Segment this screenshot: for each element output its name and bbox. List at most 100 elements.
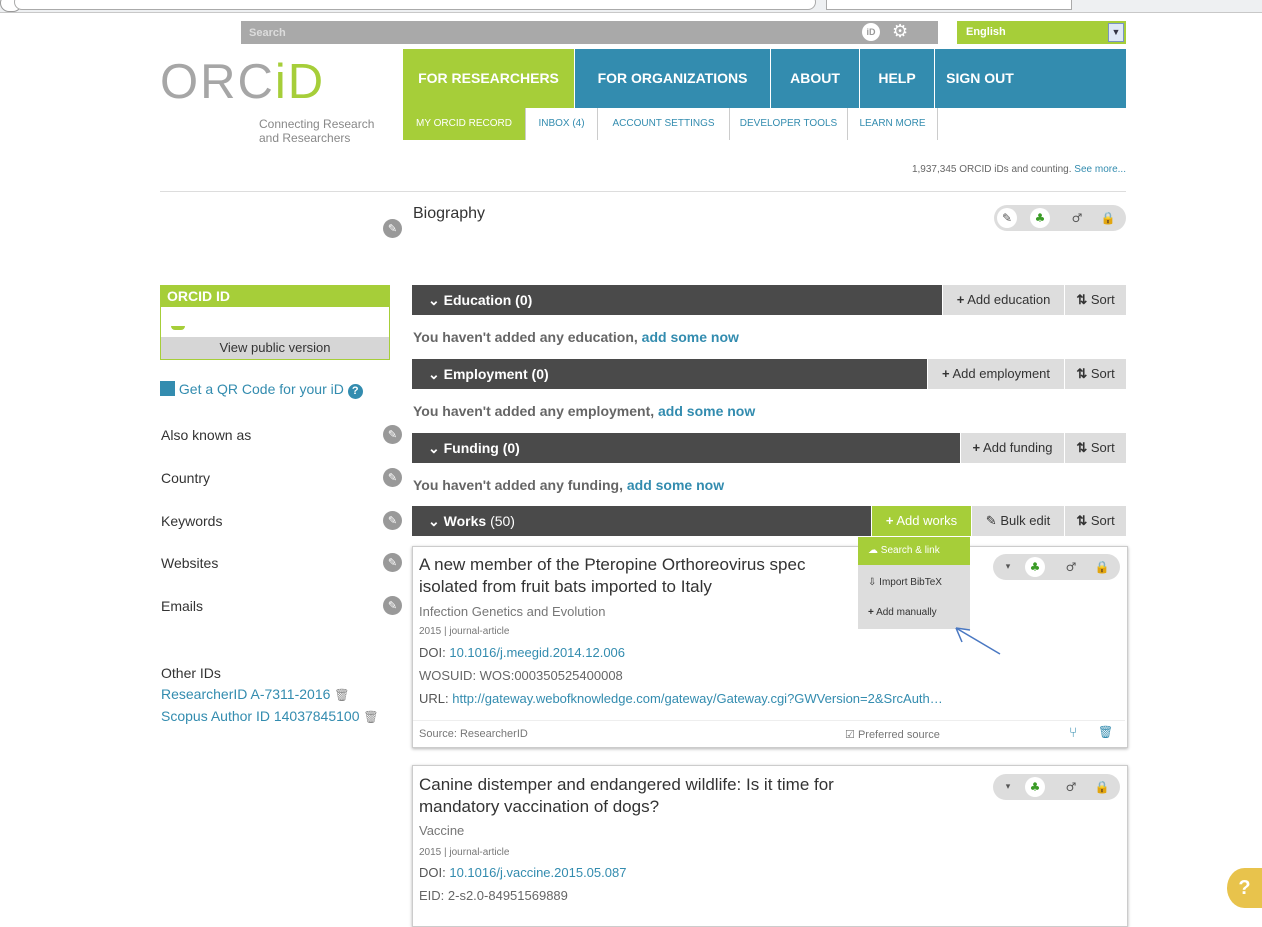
trash-icon[interactable]: 🗑 xyxy=(363,710,378,724)
search-and-link-option[interactable]: ☁ Search & link xyxy=(858,537,970,565)
edit-websites-icon[interactable]: ✎ xyxy=(383,553,402,572)
everyone-icon[interactable]: ♣ xyxy=(1025,557,1045,577)
expand-icon[interactable]: ▾ xyxy=(998,557,1018,577)
nav-for-researchers[interactable]: FOR RESEARCHERS xyxy=(403,49,575,108)
help-widget-icon[interactable]: ? xyxy=(1227,868,1262,908)
pencil-icon: ✎ xyxy=(985,513,997,528)
sort-works-button[interactable]: ⇅ Sort xyxy=(1064,506,1126,536)
everyone-icon[interactable]: ♣ xyxy=(1025,777,1045,797)
add-education-button[interactable]: + Add education xyxy=(942,285,1064,315)
subnav-my-record[interactable]: MY ORCID RECORD xyxy=(403,108,526,140)
orcid-search-icon[interactable]: iD xyxy=(862,23,880,41)
researcher-id-link[interactable]: ResearcherID A-7311-2016 🗑 xyxy=(161,686,350,702)
edit-keywords-icon[interactable]: ✎ xyxy=(383,511,402,530)
import-bibtex-option[interactable]: ⇩ Import BibTeX xyxy=(858,569,970,597)
add-employment-label: Add employment xyxy=(952,366,1051,381)
work-card: Canine distemper and endangered wildlife… xyxy=(412,765,1128,927)
researcher-id-text: ResearcherID A-7311-2016 xyxy=(161,686,331,702)
trusted-parties-icon[interactable]: ♂ xyxy=(1067,208,1087,228)
annotation-arrow-icon xyxy=(955,627,1001,655)
work-meta: 2015 | journal-article xyxy=(419,847,510,858)
site-search-bar xyxy=(241,21,854,44)
lock-icon[interactable]: 🔒 xyxy=(1092,777,1112,797)
edit-name-icon[interactable]: ✎ xyxy=(383,219,402,238)
qr-code-icon xyxy=(160,381,175,396)
gear-icon[interactable]: ⚙ xyxy=(892,21,908,42)
chevron-down-icon[interactable]: ▼ xyxy=(1108,23,1124,42)
also-known-as-label: Also known as xyxy=(161,427,252,443)
sort-funding-button[interactable]: ⇅ Sort xyxy=(1064,433,1126,463)
work-title-line2: isolated from fruit bats imported to Ita… xyxy=(419,577,712,596)
subnav-learn-more[interactable]: LEARN MORE xyxy=(848,108,938,140)
preferred-source[interactable]: ☑ Preferred source xyxy=(845,728,940,741)
add-employment-link[interactable]: add some now xyxy=(658,403,755,419)
doi-link[interactable]: 10.1016/j.meegid.2014.12.006 xyxy=(449,645,625,660)
main-nav: FOR RESEARCHERS FOR ORGANIZATIONS ABOUT … xyxy=(403,49,1126,108)
education-section-toggle[interactable]: ⌄ Education (0) xyxy=(412,285,942,315)
add-employment-button[interactable]: + Add employment xyxy=(927,359,1064,389)
employment-section-toggle[interactable]: ⌄ Employment (0) xyxy=(412,359,927,389)
trash-icon[interactable]: 🗑 xyxy=(334,688,349,702)
subnav-developer-tools[interactable]: DEVELOPER TOOLS xyxy=(730,108,848,140)
work-source: Source: ResearcherID xyxy=(419,728,528,740)
trusted-parties-icon[interactable]: ♂ xyxy=(1061,777,1081,797)
add-funding-button[interactable]: + Add funding xyxy=(960,433,1064,463)
trusted-parties-icon[interactable]: ♂ xyxy=(1061,557,1081,577)
work-title-line2: mandatory vaccination of dogs? xyxy=(419,797,660,816)
language-select[interactable]: English ▼ xyxy=(957,21,1126,44)
nav-help[interactable]: HELP xyxy=(860,49,935,108)
scopus-id-link[interactable]: Scopus Author ID 14037845100 🗑 xyxy=(161,708,379,724)
work-doi: DOI: 10.1016/j.vaccine.2015.05.087 xyxy=(419,865,626,880)
tagline: Connecting Research and Researchers xyxy=(259,117,374,145)
url-link[interactable]: http://gateway.webofknowledge.com/gatewa… xyxy=(452,691,943,706)
fork-icon[interactable]: ⑂ xyxy=(1069,724,1077,740)
sort-employment-button[interactable]: ⇅ Sort xyxy=(1064,359,1126,389)
education-empty-message: You haven't added any education, add som… xyxy=(413,329,739,345)
work-title[interactable]: A new member of the Pteropine Orthoreovi… xyxy=(419,554,805,598)
browser-chrome-strip xyxy=(0,0,1262,13)
nav-for-organizations[interactable]: FOR ORGANIZATIONS xyxy=(575,49,771,108)
everyone-icon[interactable]: ♣ xyxy=(1030,208,1050,228)
edit-emails-icon[interactable]: ✎ xyxy=(383,596,402,615)
add-manually-label: Add manually xyxy=(876,607,937,618)
funding-empty-message: You haven't added any funding, add some … xyxy=(413,477,724,493)
works-section-toggle[interactable]: ⌄ Works (50) xyxy=(412,506,871,536)
edit-country-icon[interactable]: ✎ xyxy=(383,468,402,487)
browser-search-box[interactable] xyxy=(826,0,1072,10)
subnav-inbox[interactable]: INBOX (4) xyxy=(526,108,598,140)
sort-education-button[interactable]: ⇅ Sort xyxy=(1064,285,1126,315)
chevron-down-icon: ⌄ xyxy=(428,292,444,308)
view-public-version-button[interactable]: View public version xyxy=(161,337,389,359)
pencil-icon[interactable]: ✎ xyxy=(997,208,1017,228)
trash-icon[interactable]: 🗑 xyxy=(1098,725,1113,739)
nav-about[interactable]: ABOUT xyxy=(771,49,860,108)
works-count: (50) xyxy=(490,513,515,529)
qr-code-link[interactable]: Get a QR Code for your iD ? xyxy=(160,381,363,399)
funding-title: Funding (0) xyxy=(443,440,520,456)
edit-also-known-as-icon[interactable]: ✎ xyxy=(383,425,402,444)
logo-id: iD xyxy=(274,55,326,109)
lock-icon[interactable]: 🔒 xyxy=(1098,208,1118,228)
import-icon: ⇩ xyxy=(868,577,877,588)
lock-icon[interactable]: 🔒 xyxy=(1092,557,1112,577)
nav-sign-out[interactable]: SIGN OUT xyxy=(935,49,1025,108)
funding-section-toggle[interactable]: ⌄ Funding (0) xyxy=(412,433,960,463)
work-journal: Vaccine xyxy=(419,823,465,838)
sort-label: Sort xyxy=(1090,513,1115,528)
add-funding-link[interactable]: add some now xyxy=(627,477,724,493)
see-more-link[interactable]: See more... xyxy=(1074,164,1126,175)
bulk-edit-button[interactable]: ✎ Bulk edit xyxy=(971,506,1064,536)
doi-link[interactable]: 10.1016/j.vaccine.2015.05.087 xyxy=(449,865,626,880)
search-input[interactable] xyxy=(241,23,847,43)
subnav-account-settings[interactable]: ACCOUNT SETTINGS xyxy=(598,108,730,140)
chevron-down-icon: ⌄ xyxy=(428,366,444,382)
help-icon[interactable]: ? xyxy=(347,384,363,399)
add-funding-label: Add funding xyxy=(983,440,1053,455)
add-works-button[interactable]: + Add works xyxy=(871,506,971,536)
add-education-link[interactable]: add some now xyxy=(642,329,739,345)
work-title[interactable]: Canine distemper and endangered wildlife… xyxy=(419,774,834,818)
orcid-logo[interactable]: ORCiD xyxy=(160,54,325,110)
expand-icon[interactable]: ▾ xyxy=(998,777,1018,797)
browser-address-bar[interactable] xyxy=(14,0,816,10)
add-works-label: Add works xyxy=(896,513,958,528)
